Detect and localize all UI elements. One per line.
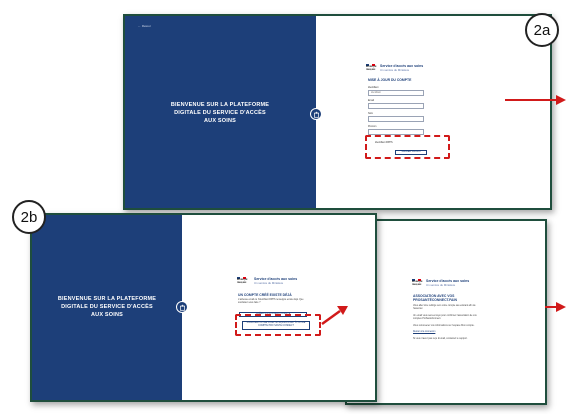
badge-2b: 2b xyxy=(12,200,46,234)
arrow-diagonal-icon xyxy=(321,306,348,326)
